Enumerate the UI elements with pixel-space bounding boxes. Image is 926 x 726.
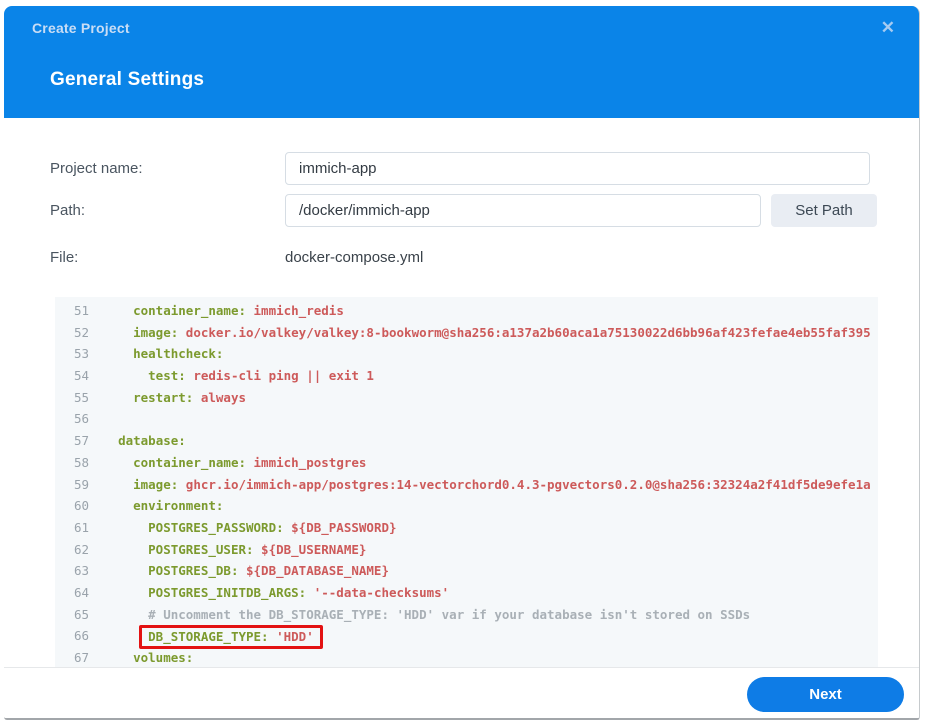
dialog-footer: Next	[4, 667, 919, 718]
code-line: 58 container_name: immich_postgres	[55, 452, 878, 474]
code-line: 53 healthcheck:	[55, 343, 878, 365]
section-title: General Settings	[50, 69, 205, 90]
yaml-value: ghcr.io/immich-app/postgres:14-vectorcho…	[185, 476, 871, 492]
code-line: 55 restart: always	[55, 387, 878, 409]
code-content: test: redis-cli ping || exit 1	[103, 365, 374, 387]
code-line: 54 test: redis-cli ping || exit 1	[55, 365, 878, 387]
yaml-value: ${DB_USERNAME}	[261, 541, 367, 557]
yaml-key: container_name:	[133, 454, 246, 470]
line-number: 53	[73, 346, 89, 362]
project-name-row: Project name:	[50, 152, 919, 185]
path-input[interactable]	[285, 194, 761, 227]
code-line: 51 container_name: immich_redis	[55, 300, 878, 322]
code-line: 59 image: ghcr.io/immich-app/postgres:14…	[55, 474, 878, 496]
line-number: 58	[73, 454, 89, 470]
yaml-value: immich_postgres	[253, 454, 367, 470]
file-row: File: docker-compose.yml	[50, 241, 919, 274]
yaml-key: healthcheck:	[133, 346, 224, 362]
code-content: container_name: immich_postgres	[103, 452, 366, 474]
yaml-key: POSTGRES_INITDB_ARGS:	[148, 584, 307, 600]
code-content: container_name: immich_redis	[103, 300, 344, 322]
path-label: Path:	[50, 202, 86, 219]
yaml-value: 'HDD'	[276, 629, 314, 645]
dialog-body: Project name: Path: Set Path File: docke…	[4, 118, 919, 667]
yaml-value: ${DB_DATABASE_NAME}	[246, 563, 389, 579]
code-line: 64 POSTGRES_INITDB_ARGS: '--data-checksu…	[55, 582, 878, 604]
yaml-key: volumes:	[133, 650, 194, 665]
code-content: healthcheck:	[103, 343, 223, 365]
yaml-value: immich_redis	[253, 303, 344, 318]
code-content: image: ghcr.io/immich-app/postgres:14-ve…	[103, 474, 871, 496]
code-line: 62 POSTGRES_USER: ${DB_USERNAME}	[55, 539, 878, 561]
line-number: 59	[73, 476, 89, 492]
code-content: POSTGRES_PASSWORD: ${DB_PASSWORD}	[103, 517, 397, 539]
line-number: 56	[73, 411, 89, 427]
page-background: Create Project ✕ General Settings Projec…	[0, 0, 926, 726]
line-number: 63	[73, 563, 89, 579]
yaml-key: POSTGRES_PASSWORD:	[148, 519, 284, 535]
line-number: 67	[73, 650, 89, 665]
yaml-key: test:	[148, 368, 186, 384]
yaml-value: redis-cli ping || exit 1	[193, 368, 374, 384]
yaml-value: '--data-checksums'	[313, 584, 450, 600]
code-content: restart: always	[103, 387, 246, 409]
highlight-box: DB_STORAGE_TYPE: 'HDD'	[139, 625, 323, 650]
yaml-key: POSTGRES_USER:	[148, 541, 254, 557]
code-content: # Uncomment the DB_STORAGE_TYPE: 'HDD' v…	[103, 604, 750, 626]
close-icon[interactable]: ✕	[881, 19, 895, 36]
code-content: volumes:	[103, 647, 193, 667]
code-line: 61 POSTGRES_PASSWORD: ${DB_PASSWORD}	[55, 517, 878, 539]
line-number: 62	[73, 541, 89, 557]
line-number: 65	[73, 606, 89, 622]
line-number: 64	[73, 584, 89, 600]
line-number: 54	[73, 368, 89, 384]
code-content: image: docker.io/valkey/valkey:8-bookwor…	[103, 322, 871, 344]
line-number: 57	[73, 433, 89, 449]
code-line: 63 POSTGRES_DB: ${DB_DATABASE_NAME}	[55, 560, 878, 582]
code-content: POSTGRES_DB: ${DB_DATABASE_NAME}	[103, 560, 389, 582]
code-line: 56	[55, 408, 878, 430]
code-content: POSTGRES_USER: ${DB_USERNAME}	[103, 539, 366, 561]
yaml-key: DB_STORAGE_TYPE:	[148, 629, 269, 645]
code-line: 57 database:	[55, 430, 878, 452]
yaml-value: docker.io/valkey/valkey:8-bookworm@sha25…	[185, 324, 871, 340]
line-number: 55	[73, 389, 89, 405]
code-content: POSTGRES_INITDB_ARGS: '--data-checksums'	[103, 582, 449, 604]
line-number: 52	[73, 324, 89, 340]
line-number: 51	[73, 303, 89, 318]
code-content: environment:	[103, 495, 223, 517]
yaml-key: restart:	[133, 389, 194, 405]
file-value: docker-compose.yml	[285, 249, 424, 266]
dialog-titlebar: Create Project ✕	[4, 6, 919, 36]
code-line: 52 image: docker.io/valkey/valkey:8-book…	[55, 322, 878, 344]
yaml-key: database:	[118, 433, 186, 449]
dialog-header: Create Project ✕ General Settings	[4, 6, 919, 118]
line-number: 66	[73, 628, 89, 644]
code-content: DB_STORAGE_TYPE: 'HDD'	[103, 625, 323, 650]
file-label: File:	[50, 249, 79, 266]
line-number: 61	[73, 519, 89, 535]
code-line: 67 volumes:	[55, 647, 878, 667]
yaml-key: image:	[133, 324, 179, 340]
yaml-value: always	[200, 389, 247, 405]
next-button[interactable]: Next	[747, 676, 904, 712]
yaml-comment: # Uncomment the DB_STORAGE_TYPE: 'HDD' v…	[148, 606, 751, 622]
yaml-key: POSTGRES_DB:	[148, 563, 239, 579]
code-line: 65 # Uncomment the DB_STORAGE_TYPE: 'HDD…	[55, 604, 878, 626]
yaml-key: image:	[133, 476, 179, 492]
code-content: database:	[103, 430, 186, 452]
yaml-key: environment:	[133, 498, 224, 514]
yaml-value: ${DB_PASSWORD}	[291, 519, 397, 535]
yaml-key: container_name:	[133, 303, 246, 318]
line-number: 60	[73, 498, 89, 514]
dialog-title: Create Project	[32, 19, 130, 36]
set-path-button[interactable]: Set Path	[771, 194, 877, 227]
create-project-dialog: Create Project ✕ General Settings Projec…	[4, 6, 920, 720]
yaml-editor[interactable]: 51 container_name: immich_redis 52 image:…	[55, 297, 878, 667]
code-line: 60 environment:	[55, 495, 878, 517]
code-line: 66 DB_STORAGE_TYPE: 'HDD'	[55, 625, 878, 650]
path-row: Path: Set Path	[50, 194, 919, 227]
project-name-label: Project name:	[50, 160, 143, 177]
project-name-input[interactable]	[285, 152, 870, 185]
